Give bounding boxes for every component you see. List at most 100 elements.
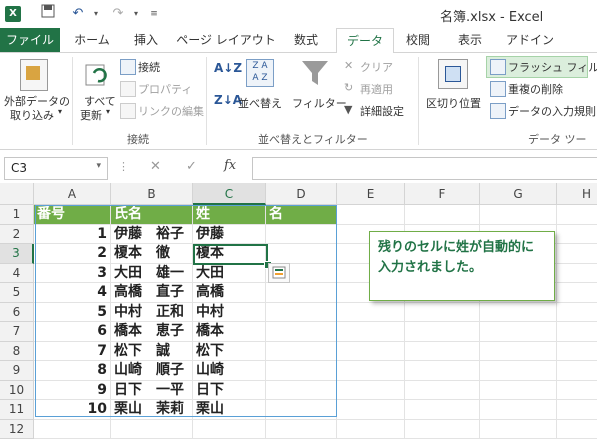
empty-cell[interactable] [266,225,337,245]
empty-cell[interactable] [266,361,337,381]
formula-input[interactable] [252,157,597,180]
empty-cell[interactable] [405,322,480,342]
row-header-3[interactable]: 3 [0,244,34,264]
empty-cell[interactable] [337,420,405,439]
column-header-H[interactable]: H [557,183,597,205]
undo-dropdown-icon[interactable]: ▾ [86,4,106,24]
number-cell[interactable]: 7 [34,342,111,362]
tab-formulas[interactable]: 数式 [284,28,328,52]
row-header-9[interactable]: 9 [0,361,34,381]
number-cell[interactable]: 8 [34,361,111,381]
empty-cell[interactable] [111,420,193,439]
empty-cell[interactable] [557,303,597,323]
empty-cell[interactable] [480,205,557,225]
number-cell[interactable]: 6 [34,322,111,342]
surname-cell[interactable]: 中村 [193,303,266,323]
table-header-cell[interactable]: 氏名 [111,205,193,225]
fullname-cell[interactable]: 伊藤 裕子 [111,225,193,245]
empty-cell[interactable] [480,342,557,362]
empty-cell[interactable] [557,225,597,245]
fullname-cell[interactable]: 中村 正和 [111,303,193,323]
row-header-4[interactable]: 4 [0,264,34,284]
column-header-B[interactable]: B [111,183,193,205]
empty-cell[interactable] [405,361,480,381]
refresh-all-label2[interactable]: 更新 [80,107,102,123]
row-header-10[interactable]: 10 [0,381,34,401]
fullname-cell[interactable]: 日下 一平 [111,381,193,401]
surname-cell[interactable]: 山崎 [193,361,266,381]
name-box[interactable]: C3 ▾ [4,157,108,180]
data-validation-button[interactable]: データの入力規則 [508,103,596,119]
empty-cell[interactable] [337,381,405,401]
empty-cell[interactable] [480,381,557,401]
number-cell[interactable]: 5 [34,303,111,323]
tab-review[interactable]: 校閲 [398,28,438,52]
empty-cell[interactable] [405,420,480,439]
row-header-8[interactable]: 8 [0,342,34,362]
fullname-cell[interactable]: 栗山 茉莉 [111,400,193,420]
fullname-cell[interactable]: 高橋 直子 [111,283,193,303]
empty-cell[interactable] [557,322,597,342]
redo-dropdown-icon[interactable]: ▾ [126,4,146,24]
empty-cell[interactable] [34,420,111,439]
empty-cell[interactable] [266,322,337,342]
empty-cell[interactable] [480,361,557,381]
row-header-5[interactable]: 5 [0,283,34,303]
table-header-cell[interactable]: 姓 [193,205,266,225]
empty-cell[interactable] [557,205,597,225]
empty-cell[interactable] [266,400,337,420]
number-cell[interactable]: 2 [34,244,111,264]
empty-cell[interactable] [337,322,405,342]
empty-cell[interactable] [337,303,405,323]
surname-cell[interactable]: 松下 [193,342,266,362]
empty-cell[interactable] [405,303,480,323]
row-header-7[interactable]: 7 [0,322,34,342]
column-header-G[interactable]: G [480,183,557,205]
empty-cell[interactable] [480,303,557,323]
surname-cell[interactable]: 日下 [193,381,266,401]
empty-cell[interactable] [557,283,597,303]
empty-cell[interactable] [480,322,557,342]
empty-cell[interactable] [557,381,597,401]
empty-cell[interactable] [266,283,337,303]
save-icon[interactable] [38,4,58,24]
empty-cell[interactable] [266,342,337,362]
empty-cell[interactable] [405,205,480,225]
sort-button[interactable]: 並べ替え [238,95,282,111]
properties-button[interactable]: プロパティ [138,81,192,97]
empty-cell[interactable] [266,420,337,439]
column-header-C[interactable]: C [193,183,266,205]
insert-function-icon[interactable]: fx [224,158,236,173]
empty-cell[interactable] [557,420,597,439]
empty-cell[interactable] [557,342,597,362]
remove-duplicates-button[interactable]: 重複の削除 [508,81,563,97]
tab-page-layout[interactable]: ページ レイアウト [176,28,276,52]
surname-cell[interactable]: 橋本 [193,322,266,342]
fullname-cell[interactable]: 山崎 順子 [111,361,193,381]
fullname-cell[interactable]: 大田 雄一 [111,264,193,284]
empty-cell[interactable] [337,400,405,420]
fullname-cell[interactable]: 松下 誠 [111,342,193,362]
number-cell[interactable]: 9 [34,381,111,401]
tab-data[interactable]: データ [336,28,394,54]
surname-cell[interactable]: 大田 [193,264,266,284]
select-all-corner[interactable] [0,183,34,205]
surname-cell[interactable]: 伊藤 [193,225,266,245]
tab-home[interactable]: ホーム [68,28,116,52]
empty-cell[interactable] [193,420,266,439]
empty-cell[interactable] [337,342,405,362]
empty-cell[interactable] [480,420,557,439]
enter-icon[interactable]: ✓ [186,159,197,174]
reapply-button[interactable]: 再適用 [360,81,393,97]
empty-cell[interactable] [266,381,337,401]
tab-file[interactable]: ファイル [0,28,60,52]
number-cell[interactable]: 4 [34,283,111,303]
surname-cell[interactable]: 栗山 [193,400,266,420]
tab-insert[interactable]: 挿入 [124,28,168,52]
text-to-columns-button[interactable]: 区切り位置 [426,95,481,111]
clear-button[interactable]: クリア [360,59,393,75]
empty-cell[interactable] [480,400,557,420]
table-header-cell[interactable]: 番号 [34,205,111,225]
empty-cell[interactable] [405,342,480,362]
empty-cell[interactable] [405,400,480,420]
